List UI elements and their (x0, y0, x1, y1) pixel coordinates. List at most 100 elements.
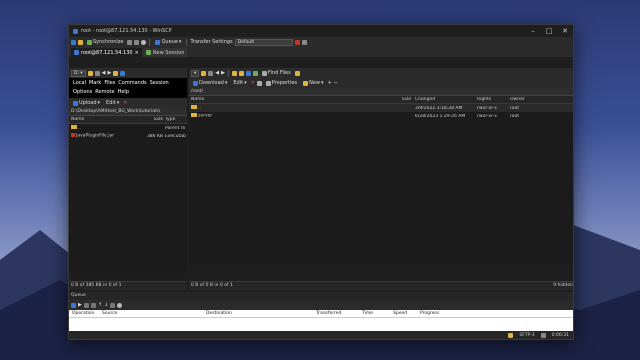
filter-icon[interactable] (94, 70, 100, 76)
properties-label: Properties (271, 80, 298, 86)
local-file-list: .. Parent di JavaPluginFile.jar 386 KB Exec… (69, 124, 187, 274)
menu-files[interactable]: Files (104, 80, 115, 86)
new-session-icon[interactable] (71, 39, 76, 45)
transfer-settings-select[interactable]: Default (234, 38, 293, 46)
close-button[interactable]: ✕ (557, 27, 573, 35)
list-item[interactable]: .. Parent di (69, 124, 187, 132)
remote-dir-select[interactable]: ▾ (191, 69, 200, 77)
back-icon[interactable]: ◀ (102, 70, 106, 76)
console-icon[interactable] (134, 39, 140, 45)
minus-icon[interactable]: − (334, 80, 338, 86)
col-source[interactable]: Source (99, 311, 203, 316)
find-files-button[interactable]: Find Files (260, 69, 293, 77)
queue-title: Queue (69, 292, 573, 300)
move-up-icon[interactable]: ↑ (98, 302, 102, 308)
download-button[interactable]: Download ▾ (191, 79, 229, 87)
delete-icon[interactable]: ✕ (123, 100, 127, 106)
col-speed[interactable]: Speed (390, 311, 417, 316)
col-name[interactable]: Name (69, 117, 139, 122)
col-changed[interactable]: Changed (413, 97, 475, 102)
parent-dir-icon[interactable] (113, 70, 119, 76)
find-files-label: Find Files (267, 70, 291, 76)
refresh-icon[interactable] (252, 70, 258, 76)
back-icon[interactable]: ◀ (215, 70, 219, 76)
queue-settings-gear-icon[interactable] (117, 302, 123, 308)
maximize-button[interactable]: □ (541, 27, 557, 35)
root-dir-icon[interactable] (238, 70, 244, 76)
queue-button[interactable]: Queue ▾ (153, 38, 183, 46)
tab-label: root@87.121.54.130 (81, 49, 133, 56)
file-type: Executab (165, 133, 186, 139)
new-button[interactable]: New ▾ (301, 79, 325, 87)
rename-icon[interactable] (256, 80, 262, 86)
menu-remote[interactable]: Remote (95, 89, 114, 95)
drive-select[interactable]: D: ▾ (71, 69, 86, 77)
menu-session[interactable]: Session (150, 80, 169, 86)
preset-icon[interactable] (294, 39, 300, 45)
list-item[interactable]: .. 3/9/2022 3:18:28 AM rwxr-xr-x root (189, 104, 573, 112)
lock-icon (508, 332, 514, 338)
move-down-icon[interactable]: ↓ (104, 302, 108, 308)
menu-local[interactable]: Local (73, 80, 86, 86)
upload-button[interactable]: Upload ▾ (71, 99, 102, 107)
col-time[interactable]: Time (359, 311, 390, 316)
preset-edit-icon[interactable] (301, 39, 307, 45)
list-item[interactable]: JavaPluginFile.jar 386 KB Executab (69, 132, 187, 140)
col-transferred[interactable]: Transferred (313, 311, 359, 316)
menu-options[interactable]: Options (73, 89, 92, 95)
col-rights[interactable]: Rights (475, 97, 508, 102)
synchronize-label: Synchronize (93, 39, 124, 45)
filter-icon[interactable] (208, 70, 214, 76)
queue-go-icon[interactable] (71, 302, 76, 308)
edit-button[interactable]: Edit ▾ (231, 79, 248, 87)
local-toolbar: D: ▾ ◀ ▶ (69, 68, 187, 78)
menu-mark[interactable]: Mark (89, 80, 101, 86)
col-name[interactable]: Name (189, 97, 369, 102)
forward-icon[interactable]: ▶ (221, 70, 225, 76)
minimize-button[interactable]: – (525, 27, 541, 35)
remote-action-bar: Download ▾ Edit ▾ ✕ Properties New ▾ + − (189, 78, 573, 88)
local-path[interactable]: D:\Desktop\AMIHost_BG_Work\tutorials\ (69, 108, 187, 116)
menu-commands[interactable]: Commands (118, 80, 146, 86)
col-operation[interactable]: Operation (69, 311, 99, 316)
local-columns: Name Size Type (69, 116, 187, 124)
menu-help[interactable]: Help (118, 89, 129, 95)
play-icon[interactable]: ▶ (78, 302, 82, 308)
compare-icon[interactable] (127, 39, 133, 45)
remote-status-text: 0 B of 0 B in 0 of 1 (191, 283, 233, 288)
tab-session-root[interactable]: root@87.121.54.130 × (71, 48, 142, 57)
parent-dir-icon[interactable] (231, 70, 237, 76)
transfer-settings-label: Transfer Settings (190, 39, 233, 45)
local-status-text: 0 B of 385 KB in 0 of 1 (71, 283, 122, 288)
col-size[interactable]: Size (369, 97, 413, 102)
edit-button[interactable]: Edit ▾ (104, 99, 121, 107)
col-owner[interactable]: Owner (508, 97, 538, 102)
remote-path[interactable]: /root/ (189, 88, 573, 96)
delete-queue-icon[interactable] (90, 302, 96, 308)
forward-icon[interactable]: ▶ (108, 70, 112, 76)
folder-icon[interactable] (201, 70, 207, 76)
plus-icon[interactable]: + (327, 80, 331, 86)
pause-icon[interactable] (83, 302, 89, 308)
queue-list-icon[interactable] (110, 302, 116, 308)
list-item[interactable]: server 6/28/2023 1:29:26 AM rwxr-xr-x root (189, 112, 573, 120)
settings-gear-icon[interactable] (141, 39, 147, 45)
upload-icon (73, 100, 78, 106)
col-size[interactable]: Size (139, 117, 163, 122)
delete-icon[interactable]: ✕ (251, 80, 255, 86)
tree-icon[interactable] (294, 70, 300, 76)
tab-new-session[interactable]: New Session (142, 48, 188, 57)
folder-icon[interactable] (87, 70, 93, 76)
transfer-settings-value: Default (237, 39, 255, 45)
home-icon[interactable] (245, 70, 251, 76)
session-icon (74, 50, 79, 55)
synchronize-button[interactable]: Synchronize (85, 38, 125, 46)
col-progress[interactable]: Progress (417, 311, 457, 316)
tab-close-icon[interactable]: × (135, 50, 139, 56)
properties-button[interactable]: Properties (264, 79, 299, 87)
open-folder-icon[interactable] (78, 39, 83, 45)
col-destination[interactable]: Destination (203, 311, 313, 316)
col-type[interactable]: Type (163, 117, 187, 122)
queue-columns: Operation Source Destination Transferred… (69, 310, 573, 318)
home-icon[interactable] (120, 70, 126, 76)
